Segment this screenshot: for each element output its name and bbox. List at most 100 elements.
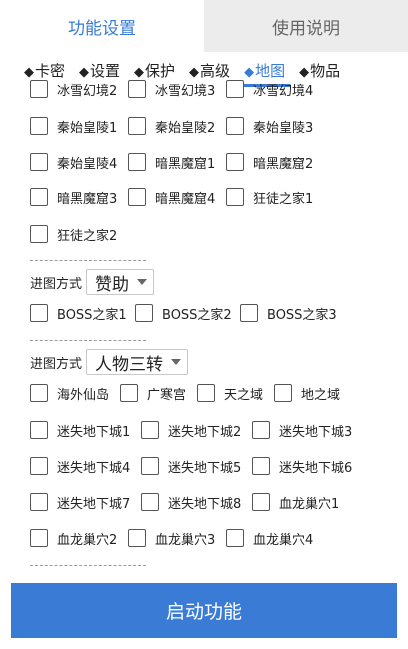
checkbox-label: 迷失地下城3 [279, 424, 353, 440]
checkbox[interactable] [30, 493, 48, 511]
checkbox[interactable] [226, 529, 244, 547]
checkbox[interactable] [128, 117, 146, 135]
checkbox[interactable] [252, 421, 270, 439]
checkbox[interactable] [240, 304, 258, 322]
checkbox-item[interactable]: 冰雪幻境3 [128, 78, 215, 100]
checkbox-item[interactable]: 迷失地下城7 [30, 491, 130, 513]
checkbox-label: 广寒宫 [147, 387, 187, 403]
checkbox-item[interactable]: 秦始皇陵4 [30, 151, 117, 173]
checkbox[interactable] [226, 153, 244, 171]
checkbox[interactable] [30, 304, 48, 322]
checkbox-item[interactable]: 暗黑魔窟3 [30, 186, 117, 208]
checkbox-item[interactable]: 狂徒之家1 [226, 186, 313, 208]
map-entry-mode-select[interactable]: 赞助 [86, 269, 155, 295]
checkbox[interactable] [252, 493, 270, 511]
checkbox-item[interactable]: 暗黑魔窟2 [226, 151, 313, 173]
checkbox-item[interactable]: BOSS之家3 [240, 302, 337, 324]
select-value: 人物三转 [95, 354, 164, 375]
checkbox[interactable] [30, 153, 48, 171]
checkbox-item[interactable]: 秦始皇陵2 [128, 115, 215, 137]
checkbox[interactable] [30, 225, 48, 243]
checkbox[interactable] [141, 421, 159, 439]
checkbox-label: 血龙巢穴4 [253, 532, 314, 548]
checkbox-label: 秦始皇陵4 [57, 156, 118, 172]
checkbox-item[interactable]: 冰雪幻境2 [30, 78, 117, 100]
checkbox[interactable] [128, 188, 146, 206]
checkbox[interactable] [30, 529, 48, 547]
checkbox-item[interactable]: 地之域 [274, 382, 340, 404]
divider [30, 260, 146, 261]
checkbox[interactable] [30, 117, 48, 135]
checkbox[interactable] [141, 493, 159, 511]
checkbox-label: 迷失地下城6 [279, 460, 353, 476]
checkbox[interactable] [30, 188, 48, 206]
checkbox-item[interactable]: 暗黑魔窟1 [128, 151, 215, 173]
checkbox-item[interactable]: 迷失地下城6 [252, 455, 352, 477]
checkbox-item[interactable]: BOSS之家2 [135, 302, 232, 324]
select-value: 赞助 [95, 274, 130, 295]
checkbox-label: 狂徒之家1 [253, 191, 314, 207]
checkbox[interactable] [128, 80, 146, 98]
top-tab-bar: 功能设置 使用说明 [0, 0, 408, 52]
checkbox-label: 秦始皇陵1 [57, 120, 118, 136]
checkbox[interactable] [30, 384, 48, 402]
checkbox[interactable] [128, 153, 146, 171]
map-entry-mode-label: 进图方式 [30, 276, 83, 292]
checkbox-label: 暗黑魔窟3 [57, 191, 118, 207]
checkbox[interactable] [120, 384, 138, 402]
checkbox-label: 血龙巢穴2 [57, 532, 118, 548]
checkbox-label: BOSS之家1 [57, 307, 127, 323]
checkbox-label: 迷失地下城7 [57, 496, 131, 512]
checkbox-label: 迷失地下城4 [57, 460, 131, 476]
checkbox-item[interactable]: 迷失地下城5 [141, 455, 241, 477]
checkbox-item[interactable]: 血龙巢穴2 [30, 527, 117, 549]
checkbox-item[interactable]: 天之域 [197, 382, 263, 404]
checkbox-label: 迷失地下城8 [168, 496, 242, 512]
checkbox-item[interactable]: 广寒宫 [120, 382, 186, 404]
checkbox-label: 冰雪幻境3 [155, 83, 216, 99]
checkbox[interactable] [128, 529, 146, 547]
checkbox-item[interactable]: 血龙巢穴4 [226, 527, 313, 549]
checkbox-label: 血龙巢穴3 [155, 532, 216, 548]
checkbox-label: 狂徒之家2 [57, 228, 118, 244]
checkbox[interactable] [197, 384, 215, 402]
divider [30, 565, 146, 566]
checkbox[interactable] [274, 384, 292, 402]
checkbox[interactable] [30, 421, 48, 439]
checkbox-item[interactable]: 迷失地下城3 [252, 419, 352, 441]
checkbox[interactable] [226, 117, 244, 135]
checkbox-item[interactable]: 秦始皇陵3 [226, 115, 313, 137]
checkbox[interactable] [141, 457, 159, 475]
checkbox[interactable] [226, 80, 244, 98]
checkbox[interactable] [135, 304, 153, 322]
divider [30, 340, 146, 341]
checkbox-item[interactable]: 秦始皇陵1 [30, 115, 117, 137]
checkbox[interactable] [252, 457, 270, 475]
chevron-down-icon [171, 359, 182, 365]
checkbox-item[interactable]: 迷失地下城4 [30, 455, 130, 477]
checkbox-item[interactable]: 狂徒之家2 [30, 223, 117, 245]
checkbox[interactable] [30, 457, 48, 475]
map-entry-mode-row: 进图方式 赞助 [30, 269, 155, 295]
checkbox-item[interactable]: 血龙巢穴3 [128, 527, 215, 549]
checkbox-item[interactable]: 迷失地下城1 [30, 419, 130, 441]
checkbox[interactable] [226, 188, 244, 206]
checkbox-label: 秦始皇陵3 [253, 120, 314, 136]
checkbox-label: 地之域 [301, 387, 341, 403]
map-entry-mode-select[interactable]: 人物三转 [86, 349, 189, 375]
checkbox-item[interactable]: BOSS之家1 [30, 302, 127, 324]
map-settings-scroll-area[interactable]: 冰雪幻境2 冰雪幻境3 冰雪幻境4 秦始皇陵1 秦始皇陵2 秦始皇陵3 秦始皇陵… [0, 74, 408, 579]
checkbox-item[interactable]: 冰雪幻境4 [226, 78, 313, 100]
checkbox-item[interactable]: 海外仙岛 [30, 382, 109, 404]
chevron-down-icon [137, 279, 148, 285]
checkbox-item[interactable]: 血龙巢穴1 [252, 491, 339, 513]
checkbox[interactable] [30, 80, 48, 98]
tab-instructions[interactable]: 使用说明 [204, 0, 408, 52]
map-entry-mode-row: 进图方式 人物三转 [30, 349, 189, 375]
checkbox-item[interactable]: 迷失地下城2 [141, 419, 241, 441]
start-function-button[interactable]: 启动功能 [11, 583, 397, 638]
tab-feature-settings[interactable]: 功能设置 [0, 0, 204, 52]
checkbox-item[interactable]: 暗黑魔窟4 [128, 186, 215, 208]
checkbox-item[interactable]: 迷失地下城8 [141, 491, 241, 513]
checkbox-label: 迷失地下城1 [57, 424, 131, 440]
